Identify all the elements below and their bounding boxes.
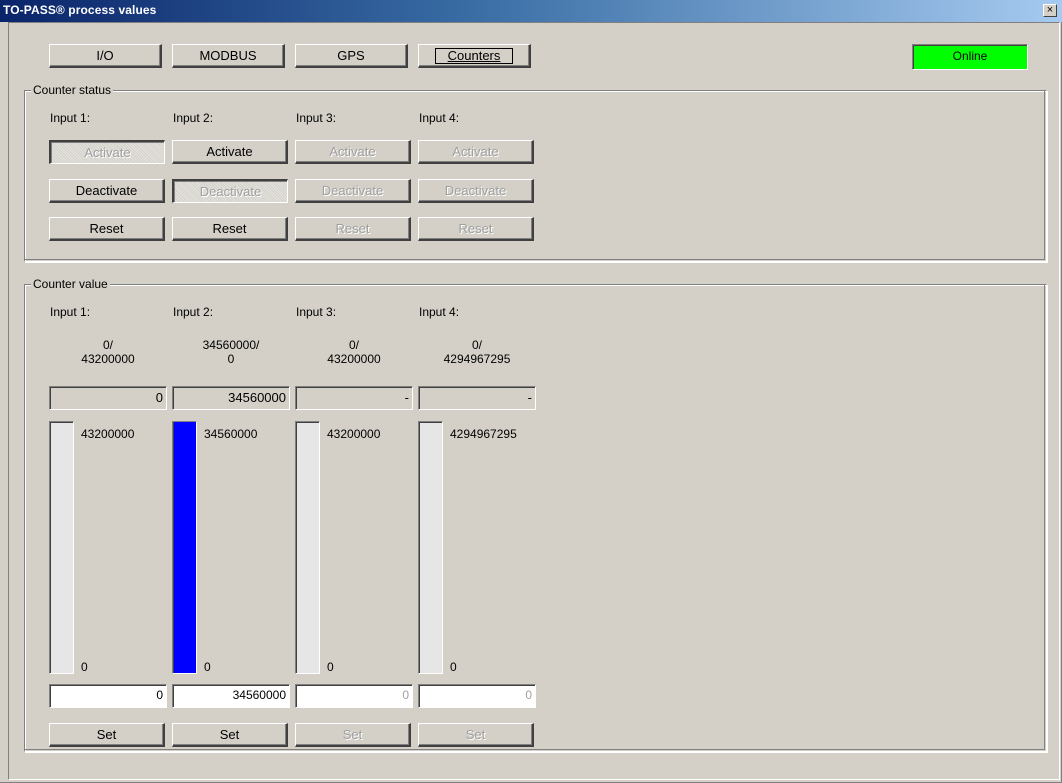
value-input-3-label: Input 3: [296,305,337,319]
bar-max-3: 43200000 [327,427,381,441]
counter-value-title: Counter value [31,277,110,291]
activate-button-3[interactable]: Activate [295,140,411,164]
set-value-input-2[interactable]: 34560000 [172,684,290,708]
counter-bar-4 [418,421,443,674]
set-value-input-1[interactable]: 0 [49,684,167,708]
current-value-3: - [295,386,413,410]
bar-max-4: 4294967295 [450,427,517,441]
reset-button-3[interactable]: Reset [295,217,411,241]
tab-io[interactable]: I/O [49,44,162,68]
title-bar[interactable]: TO-PASS® process values × [0,0,1062,22]
set-button-4[interactable]: Set [418,723,534,747]
status-input-4-label: Input 4: [419,111,460,125]
status-input-3-label: Input 3: [296,111,337,125]
activate-button-4[interactable]: Activate [418,140,534,164]
current-value-1: 0 [49,386,167,410]
counter-bar-3 [295,421,320,674]
deactivate-button-1[interactable]: Deactivate [49,179,165,203]
set-button-1[interactable]: Set [49,723,165,747]
bar-min-2: 0 [204,660,211,674]
bar-min-1: 0 [81,660,88,674]
current-value-4: - [418,386,536,410]
fraction-bottom-1: 43200000 [81,352,135,366]
fraction-top-1: 0/ [102,338,113,352]
fraction-bottom-3: 43200000 [327,352,381,366]
fraction-bottom-2: 0 [227,352,235,366]
bar-max-1: 43200000 [81,427,135,441]
window-title: TO-PASS® process values [3,3,157,17]
tab-counters[interactable]: Counters [418,44,531,68]
value-input-1-label: Input 1: [50,305,91,319]
deactivate-button-2[interactable]: Deactivate [172,179,288,203]
counter-bar-fill-2 [174,422,196,673]
counter-status-title: Counter status [31,83,114,97]
fraction-top-4: 0/ [471,338,482,352]
process-values-window: TO-PASS® process values × I/O MODBUS GPS… [0,0,1062,783]
counter-bar-2 [172,421,197,674]
current-value-2: 34560000 [172,386,290,410]
reset-button-4[interactable]: Reset [418,217,534,241]
status-badge: Online [912,44,1028,70]
tab-modbus[interactable]: MODBUS [172,44,285,68]
value-input-4-label: Input 4: [419,305,460,319]
activate-button-2[interactable]: Activate [172,140,288,164]
activate-button-1[interactable]: Activate [49,140,165,164]
reset-button-1[interactable]: Reset [49,217,165,241]
bar-min-4: 0 [450,660,457,674]
tab-gps[interactable]: GPS [295,44,408,68]
status-input-2-label: Input 2: [173,111,214,125]
fraction-top-3: 0/ [348,338,359,352]
fraction-bottom-4: 4294967295 [443,352,511,366]
close-button[interactable]: × [1043,4,1057,17]
reset-button-2[interactable]: Reset [172,217,288,241]
deactivate-button-4[interactable]: Deactivate [418,179,534,203]
fraction-top-2: 34560000/ [202,338,260,352]
set-value-input-4[interactable]: 0 [418,684,536,708]
bar-max-2: 34560000 [204,427,258,441]
bar-min-3: 0 [327,660,334,674]
set-button-3[interactable]: Set [295,723,411,747]
value-input-2-label: Input 2: [173,305,214,319]
status-input-1-label: Input 1: [50,111,91,125]
counter-bar-1 [49,421,74,674]
set-button-2[interactable]: Set [172,723,288,747]
tab-counters-label: Counters [434,48,514,64]
set-value-input-3[interactable]: 0 [295,684,413,708]
deactivate-button-3[interactable]: Deactivate [295,179,411,203]
